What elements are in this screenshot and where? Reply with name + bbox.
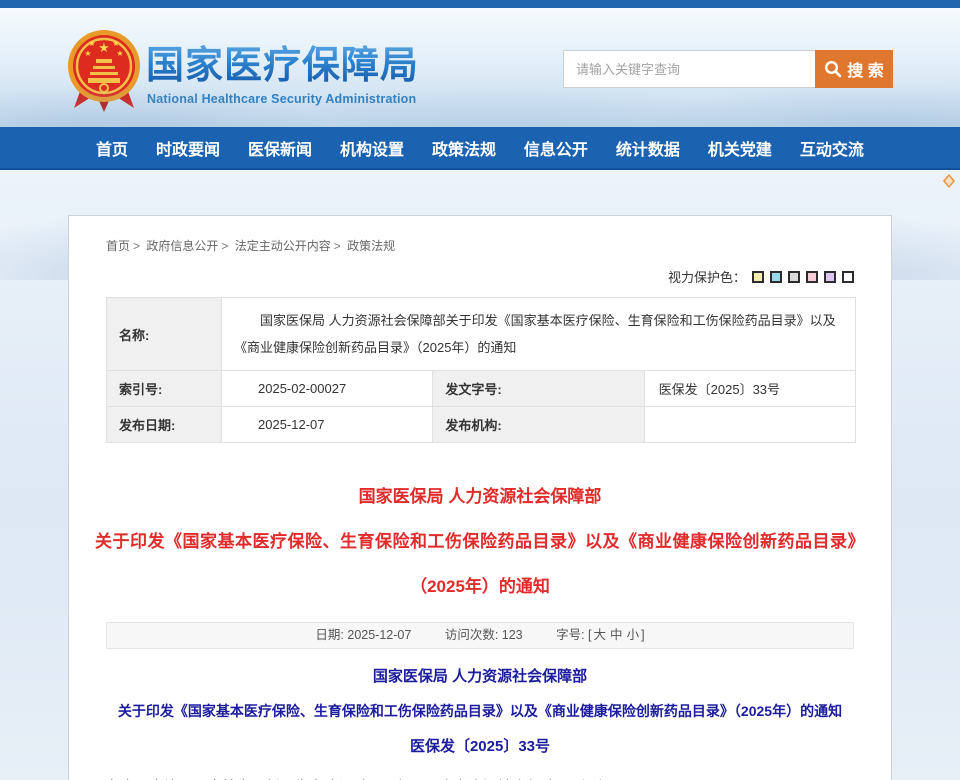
article-salutation: 各省、自治区、直辖市及新疆生产建设兵团医保局、人力资源社会保障厅（局）：: [106, 773, 854, 780]
eye-protection-label: 视力保护色：: [668, 270, 746, 285]
site-title: 国家医疗保障局: [146, 34, 419, 89]
article-subtitle-line1: 国家医保局 人力资源社会保障部: [69, 659, 891, 694]
meta-font-size: 字号: [大中小]: [556, 628, 644, 642]
breadcrumb-separator: >: [133, 239, 140, 253]
eye-color-swatch-purple[interactable]: [824, 271, 836, 283]
doc-pubdate-label: 发布日期:: [107, 407, 222, 443]
nav-item-statistics[interactable]: 统计数据: [616, 136, 680, 160]
page: ★ ★ ★ ★ ★ 国家医疗保障局 National Healthcare Se…: [0, 0, 960, 780]
doc-name-label: 名称:: [107, 298, 222, 371]
doc-number-value: 医保发〔2025〕33号: [644, 371, 855, 407]
svg-text:★: ★: [98, 40, 110, 55]
doc-index-label: 索引号:: [107, 371, 222, 407]
doc-number-label: 发文字号:: [433, 371, 644, 407]
breadcrumb-statutory-disclosure[interactable]: 法定主动公开内容: [235, 239, 331, 253]
font-size-small-button[interactable]: 小: [627, 628, 640, 642]
breadcrumb-separator: >: [334, 239, 341, 253]
eye-color-swatch-blue[interactable]: [770, 271, 782, 283]
search-button-label: 搜 索: [847, 57, 883, 81]
nav-item-organization[interactable]: 机构设置: [340, 136, 404, 160]
eye-color-swatch-pink[interactable]: [806, 271, 818, 283]
doc-name-value: 国家医保局 人力资源社会保障部关于印发《国家基本医疗保险、生育保险和工伤保险药品…: [222, 298, 856, 371]
national-emblem-icon: ★ ★ ★ ★ ★: [64, 28, 144, 114]
doc-puborg-label: 发布机构:: [433, 407, 644, 443]
search-icon: [824, 60, 842, 78]
nav-item-politics-news[interactable]: 时政要闻: [156, 136, 220, 160]
site-header: ★ ★ ★ ★ ★ 国家医疗保障局 National Healthcare Se…: [0, 8, 960, 127]
svg-text:★: ★: [88, 39, 95, 48]
font-size-medium-button[interactable]: 中: [610, 628, 623, 642]
search-input[interactable]: [563, 50, 815, 88]
nav-item-info-disclosure[interactable]: 信息公开: [524, 136, 588, 160]
doc-index-value: 2025-02-00027: [222, 371, 433, 407]
kite-icon: [942, 174, 956, 188]
nav-item-home[interactable]: 首页: [96, 136, 128, 160]
document-info-table: 名称: 国家医保局 人力资源社会保障部关于印发《国家基本医疗保险、生育保险和工伤…: [106, 297, 856, 443]
eye-protection-row: 视力保护色：: [106, 267, 854, 284]
search-bar: 搜 索: [563, 50, 893, 88]
breadcrumb-separator: >: [221, 239, 228, 253]
breadcrumb-home[interactable]: 首页: [106, 239, 130, 253]
doc-puborg-value: [644, 407, 855, 443]
svg-text:★: ★: [112, 39, 119, 48]
meta-date: 日期: 2025-12-07: [315, 628, 411, 642]
table-row-index: 索引号: 2025-02-00027 发文字号: 医保发〔2025〕33号: [107, 371, 856, 407]
nav-item-interaction[interactable]: 互动交流: [800, 136, 864, 160]
svg-text:★: ★: [116, 49, 123, 58]
breadcrumb-policies[interactable]: 政策法规: [347, 239, 395, 253]
table-row-name: 名称: 国家医保局 人力资源社会保障部关于印发《国家基本医疗保险、生育保险和工伤…: [107, 298, 856, 371]
main-nav: 首页 时政要闻 医保新闻 机构设置 政策法规 信息公开 统计数据 机关党建 互动…: [0, 127, 960, 170]
content-panel: 首页> 政府信息公开> 法定主动公开内容> 政策法规 视力保护色： 名称: 国家…: [68, 215, 892, 780]
meta-visits: 访问次数: 123: [445, 628, 523, 642]
top-accent-bar: [0, 0, 960, 8]
article-doc-number: 医保发〔2025〕33号: [69, 729, 891, 764]
article-subtitle: 国家医保局 人力资源社会保障部 关于印发《国家基本医疗保险、生育保险和工伤保险药…: [69, 659, 891, 764]
nav-item-party-building[interactable]: 机关党建: [708, 136, 772, 160]
eye-color-swatch-white[interactable]: [842, 271, 854, 283]
breadcrumb-gov-info[interactable]: 政府信息公开: [146, 239, 218, 253]
nav-item-policies[interactable]: 政策法规: [432, 136, 496, 160]
table-row-date: 发布日期: 2025-12-07 发布机构:: [107, 407, 856, 443]
article-subtitle-line2: 关于印发《国家基本医疗保险、生育保险和工伤保险药品目录》以及《商业健康保险创新药…: [69, 694, 891, 729]
breadcrumb: 首页> 政府信息公开> 法定主动公开内容> 政策法规: [106, 237, 854, 254]
article-title: 国家医保局 人力资源社会保障部 关于印发《国家基本医疗保险、生育保险和工伤保险药…: [69, 474, 891, 609]
svg-text:★: ★: [84, 49, 91, 58]
doc-pubdate-value: 2025-12-07: [222, 407, 433, 443]
article-title-line2: 关于印发《国家基本医疗保险、生育保险和工伤保险药品目录》以及《商业健康保险创新药…: [69, 519, 891, 564]
font-size-large-button[interactable]: 大: [594, 628, 607, 642]
nav-item-medicare-news[interactable]: 医保新闻: [248, 136, 312, 160]
eye-color-swatch-yellow[interactable]: [752, 271, 764, 283]
site-subtitle: National Healthcare Security Administrat…: [147, 92, 416, 106]
national-emblem-logo[interactable]: ★ ★ ★ ★ ★: [64, 28, 144, 114]
article-title-line3: （2025年）的通知: [69, 564, 891, 609]
article-meta-bar: 日期: 2025-12-07 访问次数: 123 字号: [大中小]: [106, 622, 854, 649]
search-button[interactable]: 搜 索: [815, 50, 893, 88]
eye-color-swatch-gray[interactable]: [788, 271, 800, 283]
article-title-line1: 国家医保局 人力资源社会保障部: [69, 474, 891, 519]
